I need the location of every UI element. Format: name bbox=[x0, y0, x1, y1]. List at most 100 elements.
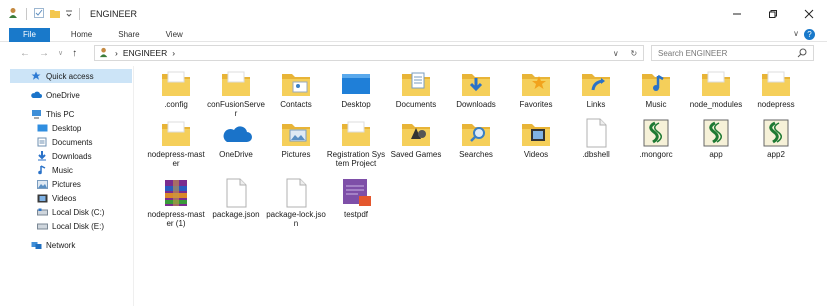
help-icon[interactable]: ? bbox=[804, 29, 815, 40]
pdf-icon bbox=[338, 178, 374, 208]
expand-ribbon-icon[interactable]: ∨ bbox=[793, 29, 799, 38]
file-label: nodepress bbox=[757, 100, 795, 109]
file-label: app2 bbox=[767, 150, 785, 159]
address-actions: ∨ ↻ bbox=[607, 46, 643, 60]
file-item[interactable]: OneDrive bbox=[206, 118, 266, 159]
address-dropdown-icon[interactable]: ∨ bbox=[613, 49, 619, 58]
tab-file[interactable]: File bbox=[9, 27, 50, 42]
address-bar[interactable]: › ENGINEER › ∨ ↻ bbox=[94, 45, 644, 61]
sidebar-item-local-disk-c[interactable]: Local Disk (C:) bbox=[10, 205, 132, 219]
file-item[interactable]: node_modules bbox=[686, 68, 746, 109]
file-item[interactable]: app bbox=[686, 118, 746, 159]
tab-share[interactable]: Share bbox=[105, 28, 152, 42]
onedrive-icon bbox=[218, 118, 254, 148]
sidebar-item-videos[interactable]: Videos bbox=[10, 191, 132, 205]
search-box[interactable]: Search ENGINEER bbox=[651, 45, 814, 61]
file-label: conFusionServer bbox=[207, 100, 265, 118]
navigation-bar: ← → ∨ ↑ › ENGINEER › ∨ ↻ Search ENGINEER bbox=[0, 42, 827, 64]
new-folder-icon[interactable] bbox=[49, 7, 61, 21]
restore-button[interactable] bbox=[755, 0, 791, 28]
file-item[interactable]: package.json bbox=[206, 178, 266, 219]
tab-home[interactable]: Home bbox=[58, 28, 105, 42]
documents-icon bbox=[36, 137, 48, 147]
file-item[interactable]: Registration System Project bbox=[326, 118, 386, 168]
folder-icon bbox=[218, 68, 254, 98]
file-label: Favorites bbox=[519, 100, 553, 109]
file-item[interactable]: Pictures bbox=[266, 118, 326, 159]
file-item[interactable]: Desktop bbox=[326, 68, 386, 109]
star-icon bbox=[30, 71, 42, 81]
file-item[interactable]: app2 bbox=[746, 118, 806, 159]
favorites-folder-icon bbox=[518, 68, 554, 98]
file-label: Links bbox=[586, 100, 606, 109]
contacts-folder-icon bbox=[278, 68, 314, 98]
refresh-icon[interactable]: ↻ bbox=[630, 49, 637, 58]
sidebar-item-music[interactable]: Music bbox=[10, 163, 132, 177]
file-item[interactable]: package-lock.json bbox=[266, 178, 326, 228]
customize-dropdown-icon[interactable] bbox=[65, 7, 73, 21]
user-folder-icon[interactable] bbox=[8, 7, 20, 21]
file-item[interactable]: Music bbox=[626, 68, 686, 109]
file-label: package-lock.json bbox=[266, 210, 326, 228]
file-item[interactable]: conFusionServer bbox=[206, 68, 266, 118]
tab-view[interactable]: View bbox=[153, 28, 196, 42]
up-arrow-icon[interactable]: ↑ bbox=[72, 48, 77, 59]
desktop-icon bbox=[36, 123, 48, 133]
file-label: Music bbox=[645, 100, 667, 109]
sidebar-item-this-pc[interactable]: This PC bbox=[10, 107, 132, 121]
pictures-icon bbox=[36, 179, 48, 189]
drive-icon bbox=[36, 207, 48, 217]
folder-icon bbox=[158, 68, 194, 98]
network-icon bbox=[30, 240, 42, 250]
file-item[interactable]: Links bbox=[566, 68, 626, 109]
file-item[interactable]: nodepress-master bbox=[146, 118, 206, 168]
sidebar-item-desktop[interactable]: Desktop bbox=[10, 121, 132, 135]
close-button[interactable] bbox=[791, 0, 827, 28]
file-item[interactable]: Downloads bbox=[446, 68, 506, 109]
file-item[interactable]: nodepress-master (1) bbox=[146, 178, 206, 228]
videos-icon bbox=[36, 193, 48, 203]
file-item[interactable]: .dbshell bbox=[566, 118, 626, 159]
videos-folder-icon bbox=[518, 118, 554, 148]
sidebar-item-quick-access[interactable]: Quick access bbox=[10, 69, 132, 83]
links-folder-icon bbox=[578, 68, 614, 98]
user-folder-icon bbox=[99, 47, 110, 60]
file-item[interactable]: Contacts bbox=[266, 68, 326, 109]
script-icon bbox=[698, 118, 734, 148]
file-label: .mongorc bbox=[639, 150, 673, 159]
sidebar-item-network[interactable]: Network bbox=[10, 238, 132, 252]
file-item[interactable]: Favorites bbox=[506, 68, 566, 109]
file-label: Desktop bbox=[341, 100, 371, 109]
properties-icon[interactable] bbox=[33, 7, 45, 21]
sidebar-item-documents[interactable]: Documents bbox=[10, 135, 132, 149]
file-label: Registration System Project bbox=[326, 150, 386, 168]
file-item[interactable]: .config bbox=[146, 68, 206, 109]
breadcrumb-engineer[interactable]: ENGINEER bbox=[123, 48, 167, 58]
breadcrumb-separator-icon[interactable]: › bbox=[172, 48, 175, 58]
sidebar-item-local-disk-e[interactable]: Local Disk (E:) bbox=[10, 219, 132, 233]
back-arrow-icon[interactable]: ← bbox=[20, 48, 30, 59]
sidebar-item-onedrive[interactable]: OneDrive bbox=[10, 88, 132, 102]
file-item[interactable]: Documents bbox=[386, 68, 446, 109]
desktop-folder-icon bbox=[338, 68, 374, 98]
minimize-button[interactable] bbox=[719, 0, 755, 28]
sidebar-item-downloads[interactable]: Downloads bbox=[10, 149, 132, 163]
sidebar-item-pictures[interactable]: Pictures bbox=[10, 177, 132, 191]
file-item[interactable]: .mongorc bbox=[626, 118, 686, 159]
title-bar: ENGINEER bbox=[0, 0, 827, 28]
window-title: ENGINEER bbox=[90, 9, 138, 19]
search-icon[interactable] bbox=[797, 48, 807, 60]
file-item[interactable]: nodepress bbox=[746, 68, 806, 109]
file-item[interactable]: Saved Games bbox=[386, 118, 446, 159]
recent-locations-icon[interactable]: ∨ bbox=[58, 49, 63, 57]
computer-icon bbox=[30, 109, 42, 119]
file-item[interactable]: Videos bbox=[506, 118, 566, 159]
file-label: Pictures bbox=[281, 150, 311, 159]
file-item[interactable]: Searches bbox=[446, 118, 506, 159]
breadcrumb-separator-icon[interactable]: › bbox=[115, 48, 118, 58]
file-label: nodepress-master bbox=[147, 150, 205, 168]
file-item[interactable]: testpdf bbox=[326, 178, 386, 219]
forward-arrow-icon[interactable]: → bbox=[39, 48, 49, 59]
file-label: Documents bbox=[395, 100, 437, 109]
cloud-icon bbox=[30, 90, 42, 100]
